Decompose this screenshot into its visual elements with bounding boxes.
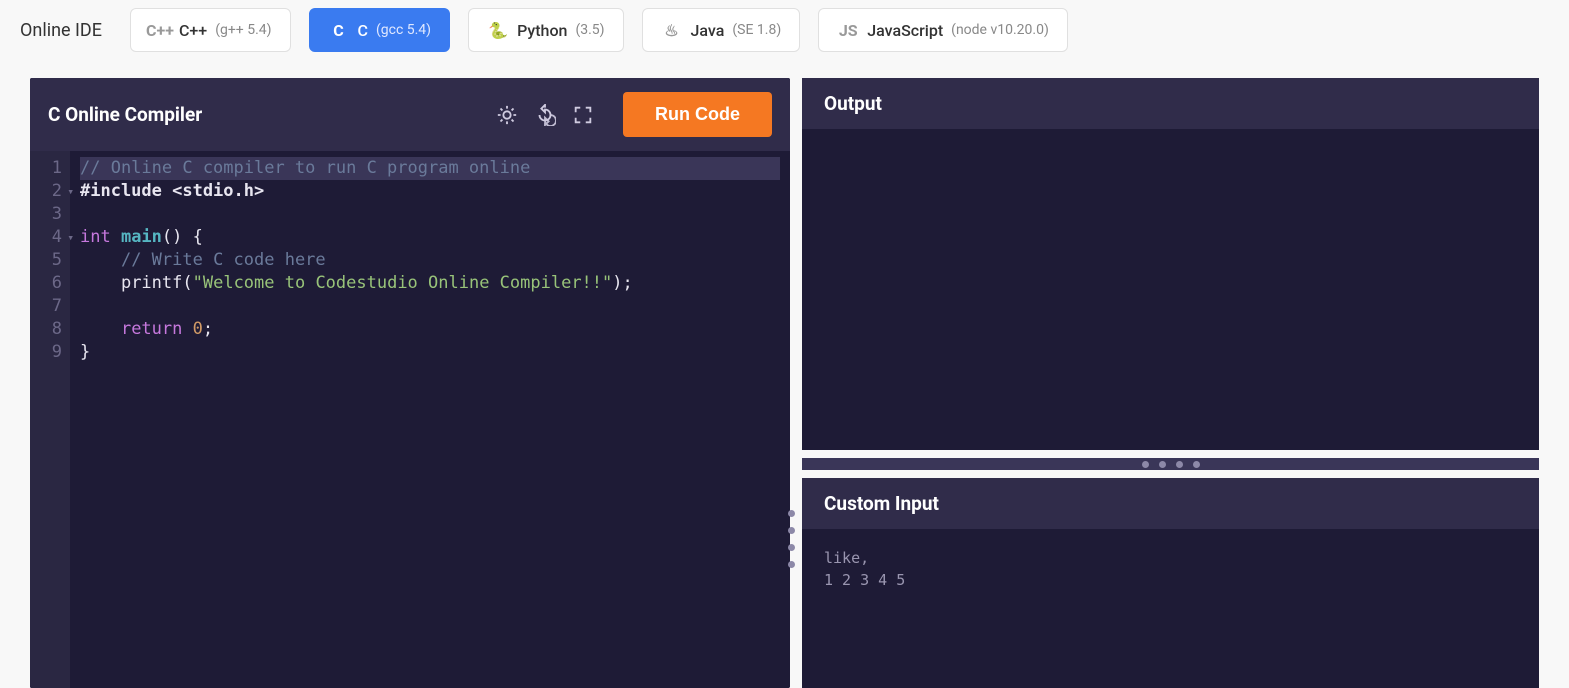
code-line[interactable]: // Online C compiler to run C program on… <box>80 157 780 180</box>
language-tabs: C++ C++ (g++ 5.4) CC (gcc 5.4) 🐍 Python (3.5) ♨ J… <box>130 8 1068 52</box>
custom-input-title: Custom Input <box>802 478 1539 529</box>
lang-tab-js[interactable]: JS JavaScript (node v10.20.0) <box>818 8 1068 52</box>
vertical-resizer[interactable] <box>786 510 796 568</box>
top-bar: Online IDE C++ C++ (g++ 5.4) CC (gcc 5.4) 🐍 Py… <box>0 0 1569 60</box>
lang-version: (3.5) <box>575 22 604 38</box>
code-line[interactable] <box>80 203 780 226</box>
code-line[interactable]: // Write C code here <box>80 249 780 272</box>
run-button[interactable]: Run Code <box>623 92 772 137</box>
line-gutter: 123456789 <box>30 151 70 688</box>
lang-tab-c[interactable]: CC (gcc 5.4) <box>309 8 451 52</box>
lang-name: Java <box>691 21 725 40</box>
lang-name: C <box>358 21 368 40</box>
code-line[interactable]: int main() { <box>80 226 780 249</box>
workspace: C Online Compiler <box>0 60 1569 688</box>
reset-icon[interactable] <box>531 101 559 129</box>
lang-name: Python <box>517 21 567 40</box>
lang-version: (gcc 5.4) <box>376 22 431 38</box>
code-line[interactable]: return 0; <box>80 318 780 341</box>
code-line[interactable] <box>80 295 780 318</box>
custom-input-content[interactable]: like, 1 2 3 4 5 <box>802 529 1539 688</box>
code-editor[interactable]: 123456789 // Online C compiler to run C … <box>30 151 790 688</box>
c-icon: C <box>328 19 350 41</box>
output-content <box>802 129 1539 450</box>
theme-toggle-icon[interactable] <box>493 101 521 129</box>
lang-tab-java[interactable]: ♨ Java (SE 1.8) <box>642 8 801 52</box>
output-title: Output <box>802 78 1539 129</box>
custom-input-panel: Custom Input like, 1 2 3 4 5 <box>802 478 1539 688</box>
js-icon: JS <box>837 19 859 41</box>
code-content[interactable]: // Online C compiler to run C program on… <box>70 151 790 688</box>
python-icon: 🐍 <box>487 19 509 41</box>
lang-version: (node v10.20.0) <box>951 22 1049 38</box>
lang-name: JavaScript <box>867 21 943 40</box>
code-line[interactable]: printf("Welcome to Codestudio Online Com… <box>80 272 780 295</box>
editor-header: C Online Compiler <box>30 78 790 151</box>
fullscreen-icon[interactable] <box>569 101 597 129</box>
output-panel: Output <box>802 78 1539 450</box>
lang-tab-python[interactable]: 🐍 Python (3.5) <box>468 8 623 52</box>
cpp-icon: C++ <box>149 19 171 41</box>
lang-version: (SE 1.8) <box>732 22 781 38</box>
code-line[interactable]: } <box>80 341 780 364</box>
lang-tab-cpp[interactable]: C++ C++ (g++ 5.4) <box>130 8 291 52</box>
right-panels: Output Custom Input like, 1 2 3 4 5 <box>802 78 1539 688</box>
horizontal-resizer[interactable] <box>802 458 1539 470</box>
editor-panel: C Online Compiler <box>30 78 790 688</box>
brand-title: Online IDE <box>20 20 102 41</box>
code-line[interactable]: #include <stdio.h> <box>80 180 780 203</box>
lang-version: (g++ 5.4) <box>215 22 271 38</box>
editor-title: C Online Compiler <box>48 103 483 126</box>
java-icon: ♨ <box>661 19 683 41</box>
lang-name: C++ <box>179 21 207 40</box>
